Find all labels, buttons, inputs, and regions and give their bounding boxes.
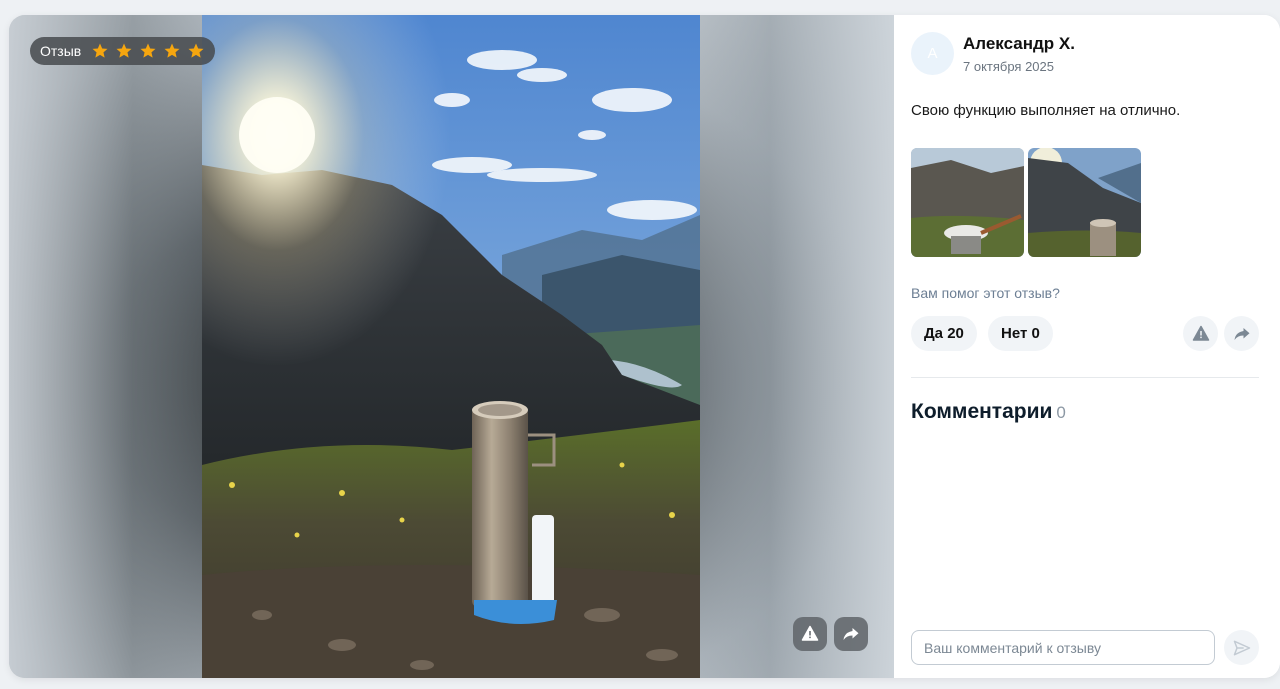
star-icon [116,43,132,58]
comments-count: 0 [1056,403,1066,422]
share-icon [1234,327,1249,340]
star-icon [188,43,204,58]
author-name[interactable]: Александр Х. [963,34,1075,54]
report-icon [801,625,819,641]
thumbnail-image [1028,148,1141,257]
rating-label: Отзыв [40,43,82,59]
divider [911,377,1259,378]
comments-title: Комментарии [911,400,1053,423]
review-thumbnail[interactable] [1028,148,1141,257]
send-comment-button[interactable] [1224,630,1259,665]
report-button[interactable] [1183,316,1218,351]
vote-no-button[interactable]: Нет 0 [988,316,1053,351]
thumbnail-image [911,148,1024,257]
review-thumbnail[interactable] [911,148,1024,257]
star-icon [92,43,108,58]
comments-heading: Комментарии 0 [911,400,1066,424]
review-card: Отзыв А Александр Х. 7 октября 2025 Свою… [9,15,1280,678]
vote-yes-button[interactable]: Да 20 [911,316,977,351]
share-button[interactable] [1224,316,1259,351]
avatar[interactable]: А [911,32,954,75]
photo-image [202,15,700,678]
media-viewer: Отзыв [9,15,894,678]
star-icon [140,43,156,58]
helpful-question: Вам помог этот отзыв? [911,285,1060,301]
report-icon [1192,325,1209,341]
media-report-button[interactable] [793,617,827,651]
review-date: 7 октября 2025 [963,59,1054,74]
review-sidebar: А Александр Х. 7 октября 2025 Свою функц… [894,15,1280,678]
comment-input[interactable] [911,630,1215,665]
star-icon [164,43,180,58]
review-text: Свою функцию выполняет на отлично. [911,102,1181,119]
send-icon [1233,640,1250,655]
share-icon [843,628,859,640]
media-share-button[interactable] [834,617,868,651]
rating-badge: Отзыв [30,37,216,65]
review-photo[interactable] [202,15,700,678]
